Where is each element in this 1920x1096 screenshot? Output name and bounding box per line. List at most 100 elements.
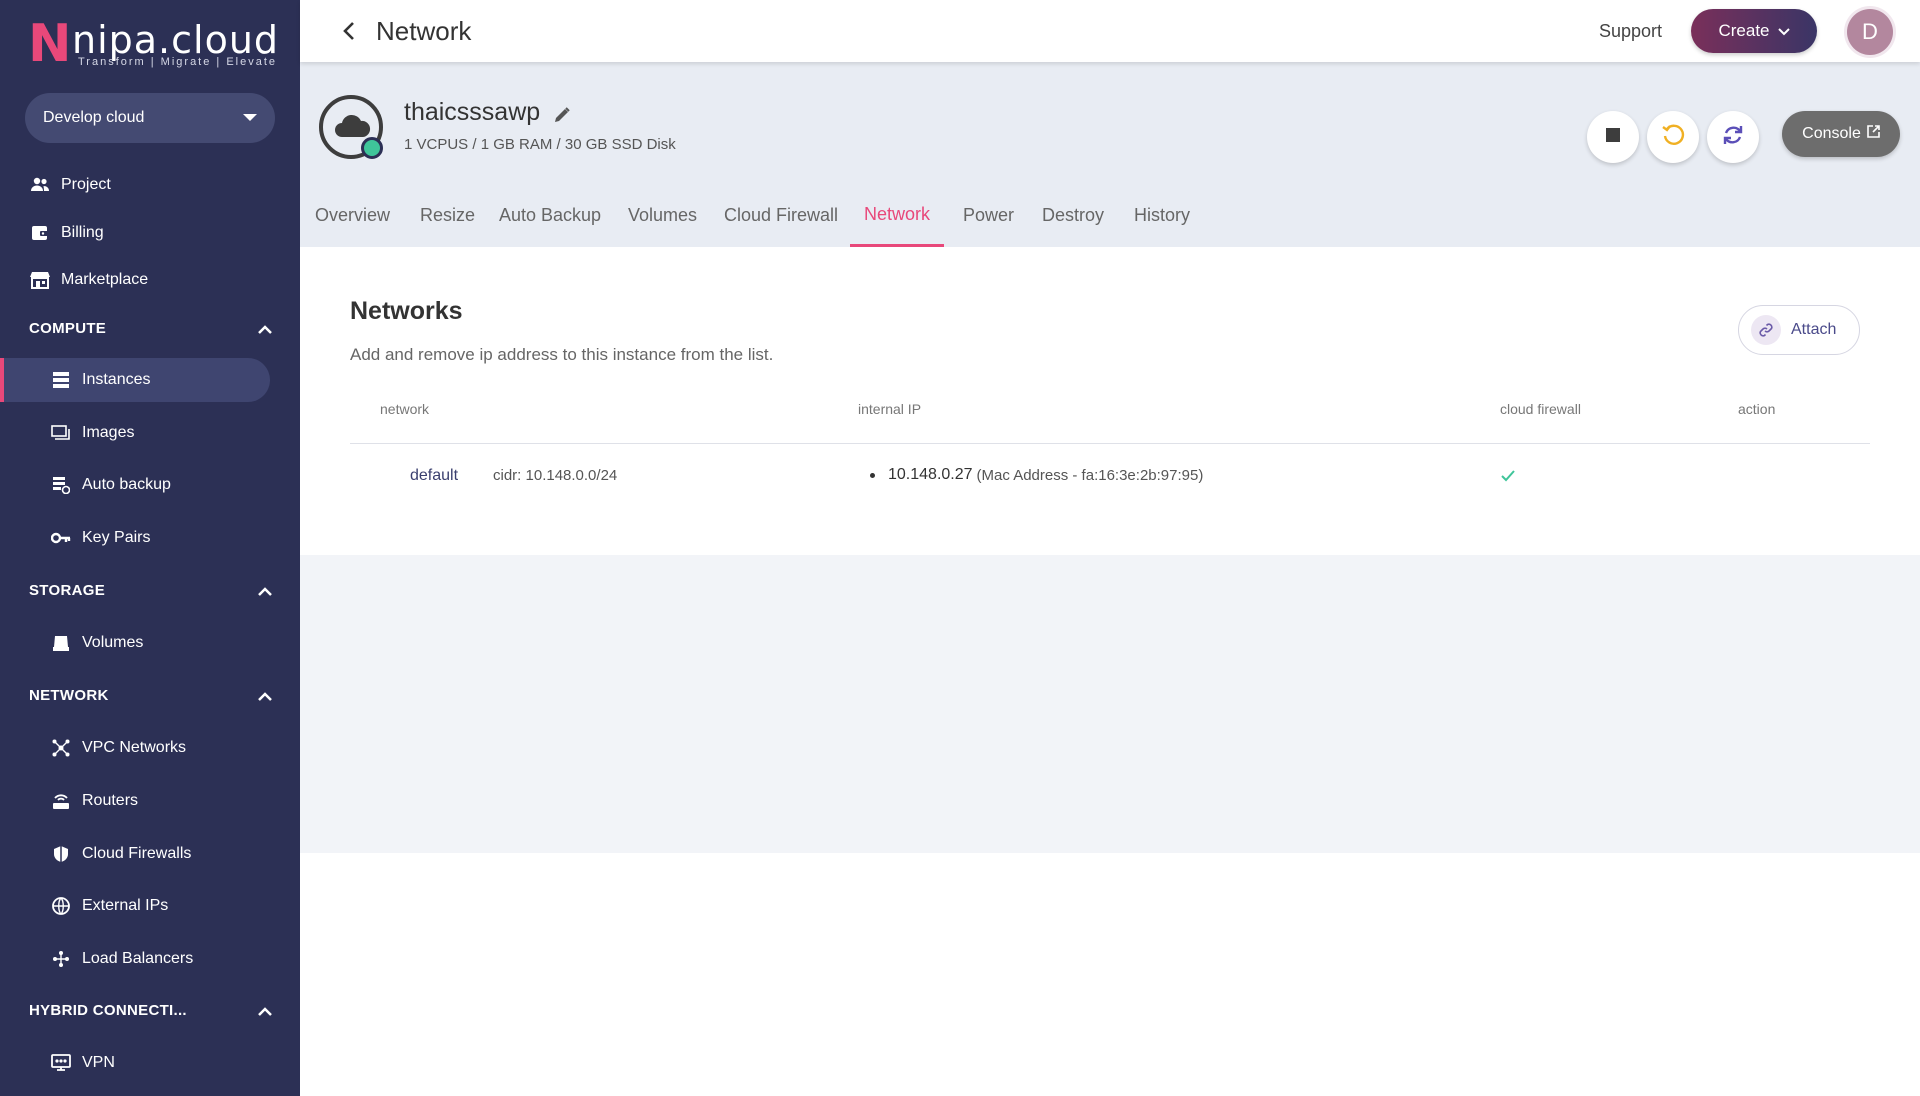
tab-auto-backup[interactable]: Auto Backup [485, 184, 615, 247]
network-cidr: cidr: 10.148.0.0/24 [493, 467, 618, 484]
section-label: STORAGE [29, 581, 106, 599]
router-icon [50, 790, 72, 812]
sidebar-item-label: Marketplace [61, 271, 149, 288]
section-network-toggle[interactable]: NETWORK [0, 675, 300, 715]
nipa-cloud-logo[interactable]: N nipa.cloud Transform | Migrate | Eleva… [28, 18, 278, 72]
link-icon [1751, 315, 1781, 345]
console-button-label: Console [1802, 125, 1861, 142]
section-storage-toggle[interactable]: STORAGE [0, 570, 300, 610]
logo-tagline: Transform | Migrate | Elevate [78, 56, 278, 68]
sidebar-item-vpc-networks[interactable]: VPC Networks [0, 726, 300, 770]
section-compute-toggle[interactable]: COMPUTE [0, 308, 300, 348]
topbar: Network Support Create D [300, 0, 1920, 62]
sidebar: N nipa.cloud Transform | Migrate | Eleva… [0, 0, 300, 1096]
tab-history[interactable]: History [1120, 184, 1204, 247]
environment-select[interactable]: Develop cloud [25, 93, 275, 143]
tab-power[interactable]: Power [949, 184, 1028, 247]
sidebar-item-auto-backup[interactable]: Auto backup [0, 463, 300, 507]
network-name[interactable]: default [410, 467, 458, 485]
section-hybrid-toggle[interactable]: HYBRID CONNECTI... [0, 990, 300, 1030]
sidebar-item-vpn[interactable]: VPN [0, 1041, 300, 1085]
section-label: NETWORK [29, 686, 109, 704]
instance-spec: 1 VCPUS / 1 GB RAM / 30 GB SSD Disk [404, 136, 676, 153]
sidebar-item-label: Images [82, 424, 135, 441]
content-background [300, 555, 1920, 853]
networks-panel: Networks Add and remove ip address to th… [300, 247, 1920, 555]
sidebar-item-label: Volumes [82, 634, 144, 651]
vpc-icon [50, 737, 72, 759]
load-balancer-icon [50, 948, 72, 970]
disk-icon [50, 632, 72, 654]
tab-network[interactable]: Network [850, 184, 945, 247]
key-icon [50, 527, 72, 549]
sidebar-item-volumes[interactable]: Volumes [0, 621, 300, 665]
shield-icon [50, 843, 72, 865]
mac-address: (Mac Address - fa:16:3e:2b:97:95) [976, 466, 1204, 484]
section-label: HYBRID CONNECTI... [29, 1001, 187, 1019]
tab-overview[interactable]: Overview [301, 184, 404, 247]
attach-button[interactable]: Attach [1738, 305, 1860, 355]
wallet-icon [29, 222, 51, 244]
sidebar-item-load-balancers[interactable]: Load Balancers [0, 937, 300, 981]
external-link-icon [1867, 125, 1880, 143]
create-button-label: Create [1718, 21, 1770, 40]
vpn-icon [50, 1052, 72, 1074]
console-button[interactable]: Console [1782, 111, 1900, 157]
attach-button-label: Attach [1791, 321, 1837, 338]
sidebar-item-images[interactable]: Images [0, 411, 300, 455]
people-icon [29, 174, 51, 196]
column-header-internal-ip: internal IP [858, 401, 922, 417]
tab-resize[interactable]: Resize [406, 184, 489, 247]
backup-icon [50, 474, 72, 496]
sidebar-item-label: Cloud Firewalls [82, 845, 192, 862]
instance-name: thaicsssawp [404, 98, 541, 126]
section-description: Add and remove ip address to this instan… [350, 345, 774, 364]
sidebar-item-label: Key Pairs [82, 529, 151, 546]
check-icon [1501, 469, 1515, 487]
pencil-icon[interactable] [553, 106, 571, 129]
sidebar-item-external-ips[interactable]: External IPs [0, 884, 300, 928]
server-icon [50, 369, 72, 391]
table-divider [350, 443, 1870, 444]
sidebar-item-label: Project [61, 176, 111, 193]
sidebar-item-routers[interactable]: Routers [0, 779, 300, 823]
create-button[interactable]: Create [1691, 9, 1817, 53]
reboot-button[interactable] [1647, 111, 1699, 163]
sidebar-item-key-pairs[interactable]: Key Pairs [0, 516, 300, 560]
sidebar-item-project[interactable]: Project [0, 163, 300, 207]
back-arrow-icon[interactable] [340, 20, 360, 42]
sidebar-item-instances[interactable]: Instances [0, 358, 270, 402]
restart-icon [1661, 123, 1685, 152]
column-header-cloud-firewall: cloud firewall [1500, 401, 1581, 417]
sidebar-item-cloud-firewalls[interactable]: Cloud Firewalls [0, 832, 300, 876]
instance-status-icon [319, 95, 383, 159]
sidebar-item-label: External IPs [82, 897, 169, 914]
page-title: Network [376, 16, 472, 46]
support-link[interactable]: Support [1599, 21, 1662, 42]
tab-destroy[interactable]: Destroy [1028, 184, 1118, 247]
sidebar-item-label: Routers [82, 792, 139, 809]
sidebar-item-marketplace[interactable]: Marketplace [0, 258, 300, 302]
sidebar-item-label: Billing [61, 224, 104, 241]
logo-text: nipa.cloud [72, 18, 280, 62]
refresh-button[interactable] [1707, 111, 1759, 163]
column-header-action: action [1738, 401, 1776, 417]
internal-ip: 10.148.0.27 [888, 466, 973, 483]
section-title: Networks [350, 297, 463, 325]
chevron-down-icon [1777, 21, 1790, 41]
stop-icon [1606, 127, 1620, 147]
tab-volumes[interactable]: Volumes [614, 184, 711, 247]
sidebar-item-label: Load Balancers [82, 950, 194, 967]
bullet-icon [870, 472, 875, 478]
store-icon [29, 269, 51, 291]
tab-cloud-firewall[interactable]: Cloud Firewall [710, 184, 852, 247]
column-header-network: network [380, 401, 430, 417]
stop-button[interactable] [1587, 111, 1639, 163]
globe-icon [50, 895, 72, 917]
sidebar-item-billing[interactable]: Billing [0, 211, 300, 255]
user-avatar[interactable]: D [1847, 9, 1893, 55]
sidebar-item-label: Instances [82, 371, 151, 388]
caret-down-icon [243, 114, 257, 121]
refresh-icon [1721, 123, 1745, 152]
environment-select-value: Develop cloud [43, 109, 145, 126]
